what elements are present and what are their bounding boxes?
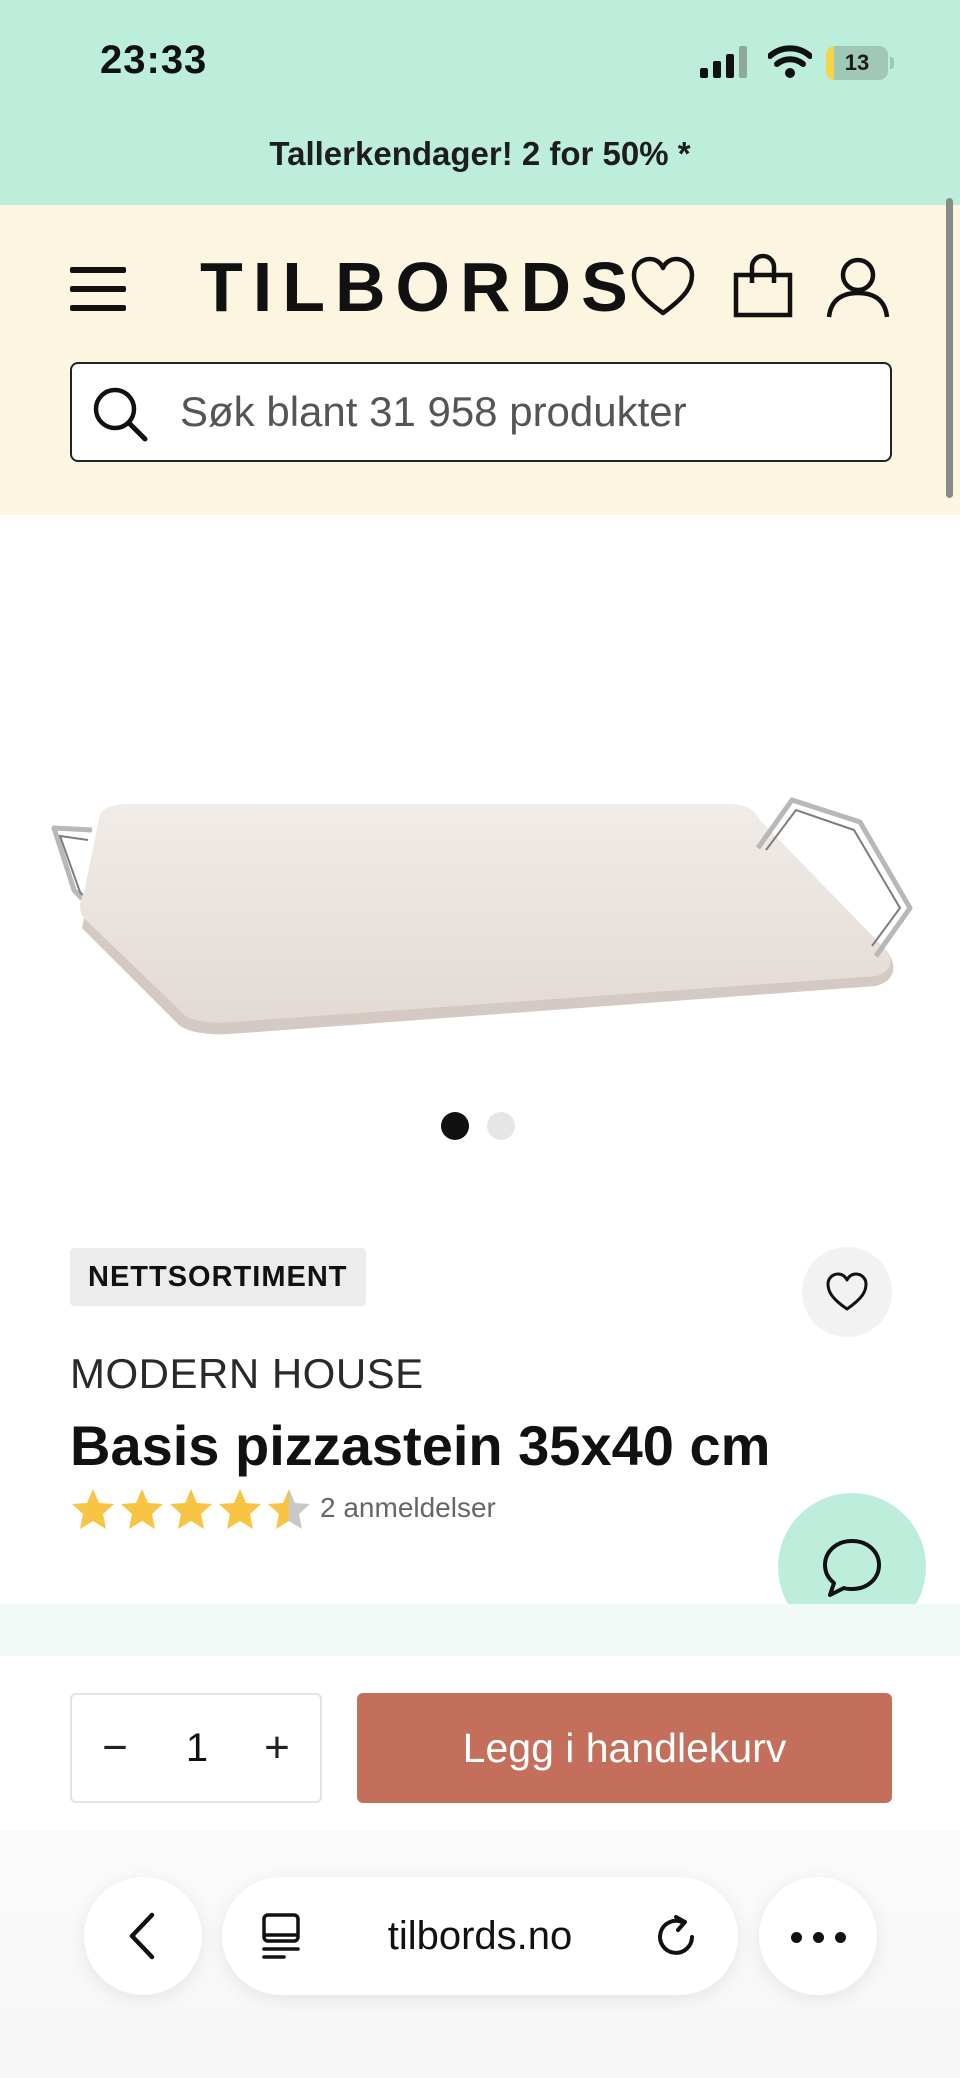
search-icon (93, 387, 148, 442)
add-to-wishlist-button[interactable] (802, 1247, 892, 1337)
section-divider (0, 1604, 960, 1656)
chat-bubble-icon (823, 1539, 881, 1597)
star-icon (268, 1489, 310, 1529)
star-icon (219, 1489, 261, 1529)
star-icon (72, 1489, 114, 1529)
user-icon[interactable] (825, 255, 891, 321)
quantity-increase-button[interactable]: + (252, 1695, 302, 1801)
product-brand[interactable]: MODERN HOUSE (70, 1350, 424, 1398)
star-icon (121, 1489, 163, 1529)
cellular-signal-icon (700, 46, 747, 78)
carousel-dot-1[interactable] (441, 1112, 469, 1140)
more-horizontal-icon (791, 1932, 802, 1943)
rating-stars[interactable] (70, 1487, 320, 1533)
availability-badge: NETTSORTIMENT (70, 1248, 366, 1306)
shopping-bag-icon[interactable] (730, 253, 796, 319)
review-count[interactable]: 2 anmeldelser (320, 1492, 496, 1524)
star-icon (170, 1489, 212, 1529)
quantity-stepper: − 1 + (70, 1693, 322, 1803)
site-logo[interactable]: TILBORDS (200, 247, 638, 327)
wifi-icon (768, 45, 812, 78)
hamburger-menu-icon[interactable] (70, 265, 126, 313)
carousel-dot-2[interactable] (487, 1112, 515, 1140)
reload-icon[interactable] (652, 1913, 700, 1961)
promo-banner[interactable]: Tallerkendager! 2 for 50% * (0, 135, 960, 173)
browser-back-button[interactable] (84, 1877, 202, 1995)
heart-icon (826, 1272, 868, 1311)
scrollbar[interactable] (946, 198, 953, 498)
more-horizontal-icon (813, 1932, 824, 1943)
more-options-button[interactable] (759, 1877, 877, 1995)
battery-icon: 13 (826, 46, 894, 80)
image-carousel-indicator (441, 1112, 521, 1142)
top-banner-area (0, 0, 960, 205)
product-image[interactable] (40, 780, 920, 1040)
search-placeholder: Søk blant 31 958 produkter (180, 388, 687, 435)
search-input[interactable]: Søk blant 31 958 produkter (70, 362, 892, 462)
more-horizontal-icon (835, 1932, 846, 1943)
product-title: Basis pizzastein 35x40 cm (70, 1414, 771, 1477)
quantity-decrease-button[interactable]: − (90, 1695, 140, 1801)
add-to-cart-button[interactable]: Legg i handlekurv (357, 1693, 892, 1803)
status-time: 23:33 (100, 38, 208, 82)
battery-level: 13 (844, 50, 870, 75)
quantity-value[interactable]: 1 (164, 1695, 230, 1801)
chevron-left-icon (129, 1912, 155, 1960)
heart-icon[interactable] (630, 255, 696, 321)
address-bar[interactable]: tilbords.no (222, 1877, 738, 1995)
